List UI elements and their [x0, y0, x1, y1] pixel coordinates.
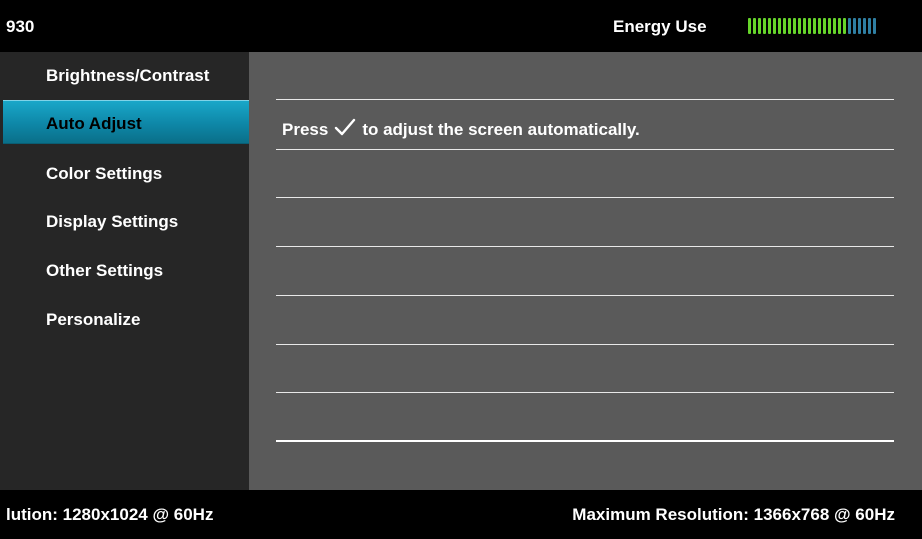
row-divider — [276, 149, 894, 150]
bottom-bar: lution: 1280x1024 @ 60Hz Maximum Resolut… — [0, 490, 922, 539]
menu-item-personalize[interactable]: Personalize — [0, 297, 249, 341]
row-divider — [276, 246, 894, 247]
menu-item-label: Personalize — [46, 310, 141, 329]
row-divider — [276, 197, 894, 198]
row-divider — [276, 440, 894, 442]
energy-segment-off — [868, 18, 871, 34]
energy-segment-on — [788, 18, 791, 34]
energy-segment-on — [823, 18, 826, 34]
energy-segment-on — [808, 18, 811, 34]
submenu-panel: Press to adjust the screen automatically… — [249, 52, 922, 490]
auto-adjust-hint: Press to adjust the screen automatically… — [282, 118, 640, 141]
checkmark-icon — [334, 118, 356, 141]
energy-segment-off — [873, 18, 876, 34]
energy-segment-on — [768, 18, 771, 34]
row-divider — [276, 295, 894, 296]
energy-segment-on — [793, 18, 796, 34]
energy-segment-on — [833, 18, 836, 34]
energy-segment-on — [798, 18, 801, 34]
menu-item-brightness-contrast[interactable]: Brightness/Contrast — [0, 53, 249, 97]
energy-segment-on — [838, 18, 841, 34]
energy-segment-on — [753, 18, 756, 34]
energy-segment-on — [813, 18, 816, 34]
energy-segment-on — [783, 18, 786, 34]
hint-prefix: Press — [282, 119, 329, 139]
row-divider — [276, 392, 894, 393]
row-divider — [276, 99, 894, 100]
energy-use-meter — [748, 18, 876, 34]
menu-item-display-settings[interactable]: Display Settings — [0, 199, 249, 243]
energy-use-label: Energy Use — [613, 17, 707, 36]
menu-item-auto-adjust[interactable]: Auto Adjust — [3, 100, 251, 144]
menu-item-label: Auto Adjust — [46, 114, 142, 133]
menu-item-label: Brightness/Contrast — [46, 66, 210, 85]
energy-segment-on — [773, 18, 776, 34]
menu-item-label: Display Settings — [46, 212, 179, 231]
monitor-model: 930 — [6, 17, 35, 36]
energy-segment-off — [848, 18, 851, 34]
osd-menu: Brightness/Contrast Auto Adjust Color Se… — [0, 52, 251, 490]
menu-item-label: Other Settings — [46, 261, 164, 280]
energy-segment-off — [863, 18, 866, 34]
energy-segment-off — [858, 18, 861, 34]
energy-segment-on — [778, 18, 781, 34]
energy-segment-on — [818, 18, 821, 34]
menu-item-color-settings[interactable]: Color Settings — [0, 151, 249, 195]
energy-segment-off — [853, 18, 856, 34]
row-divider — [276, 344, 894, 345]
menu-item-label: Color Settings — [46, 164, 163, 183]
hint-suffix: to adjust the screen automatically. — [362, 119, 640, 139]
current-resolution: lution: 1280x1024 @ 60Hz — [6, 505, 214, 524]
top-bar: 930 Energy Use — [0, 0, 922, 52]
energy-segment-on — [828, 18, 831, 34]
energy-segment-on — [803, 18, 806, 34]
energy-segment-on — [843, 18, 846, 34]
maximum-resolution: Maximum Resolution: 1366x768 @ 60Hz — [572, 505, 895, 524]
menu-item-other-settings[interactable]: Other Settings — [0, 248, 249, 292]
energy-segment-on — [748, 18, 751, 34]
energy-segment-on — [763, 18, 766, 34]
energy-segment-on — [758, 18, 761, 34]
